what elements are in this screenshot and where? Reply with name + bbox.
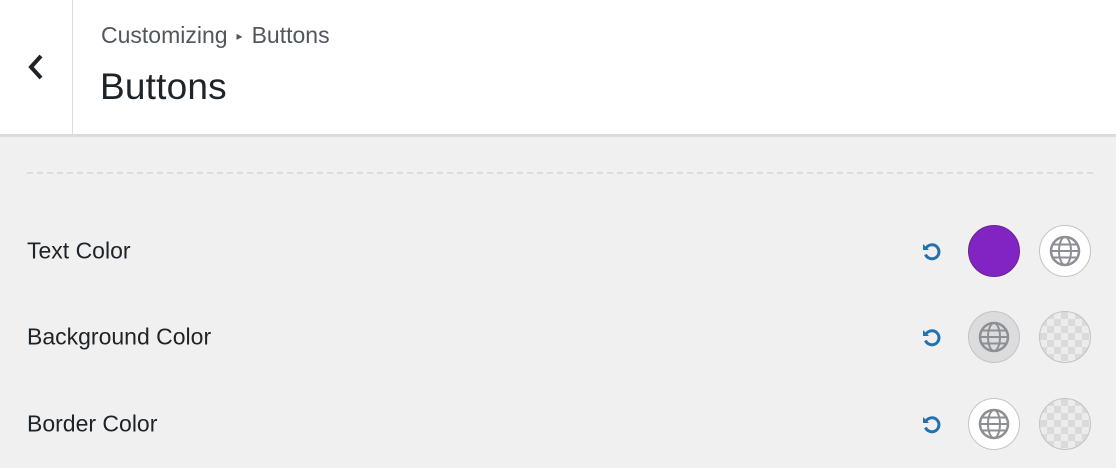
breadcrumb-separator: ▸ bbox=[236, 28, 243, 43]
breadcrumb-current: Buttons bbox=[251, 22, 330, 48]
globe-icon bbox=[978, 321, 1010, 353]
chevron-left-icon bbox=[28, 54, 43, 80]
control-label: Background Color bbox=[27, 323, 212, 350]
section-divider bbox=[27, 172, 1093, 174]
reset-button[interactable] bbox=[918, 237, 946, 265]
control-label: Text Color bbox=[27, 237, 131, 264]
border-color-control: Border Color bbox=[0, 394, 1116, 454]
transparent-color-swatch[interactable] bbox=[1039, 311, 1091, 363]
page-title: Buttons bbox=[100, 66, 227, 107]
undo-icon bbox=[923, 329, 941, 347]
breadcrumb: Customizing ▸ Buttons bbox=[101, 22, 330, 49]
breadcrumb-parent: Customizing bbox=[101, 22, 228, 48]
back-button[interactable] bbox=[0, 0, 73, 134]
text-color-control: Text Color bbox=[0, 221, 1116, 281]
global-color-button[interactable] bbox=[1039, 225, 1091, 277]
control-label: Border Color bbox=[27, 410, 158, 437]
reset-button[interactable] bbox=[918, 323, 946, 351]
globe-icon bbox=[1049, 235, 1081, 267]
customizer-header: Customizing ▸ Buttons Buttons bbox=[0, 0, 1116, 137]
global-color-button[interactable] bbox=[968, 398, 1020, 450]
reset-button[interactable] bbox=[918, 410, 946, 438]
undo-icon bbox=[923, 416, 941, 434]
background-color-control: Background Color bbox=[0, 307, 1116, 367]
transparent-color-swatch[interactable] bbox=[1039, 398, 1091, 450]
undo-icon bbox=[923, 243, 941, 261]
global-color-button[interactable] bbox=[968, 311, 1020, 363]
globe-icon bbox=[978, 408, 1010, 440]
text-color-swatch[interactable] bbox=[968, 225, 1020, 277]
